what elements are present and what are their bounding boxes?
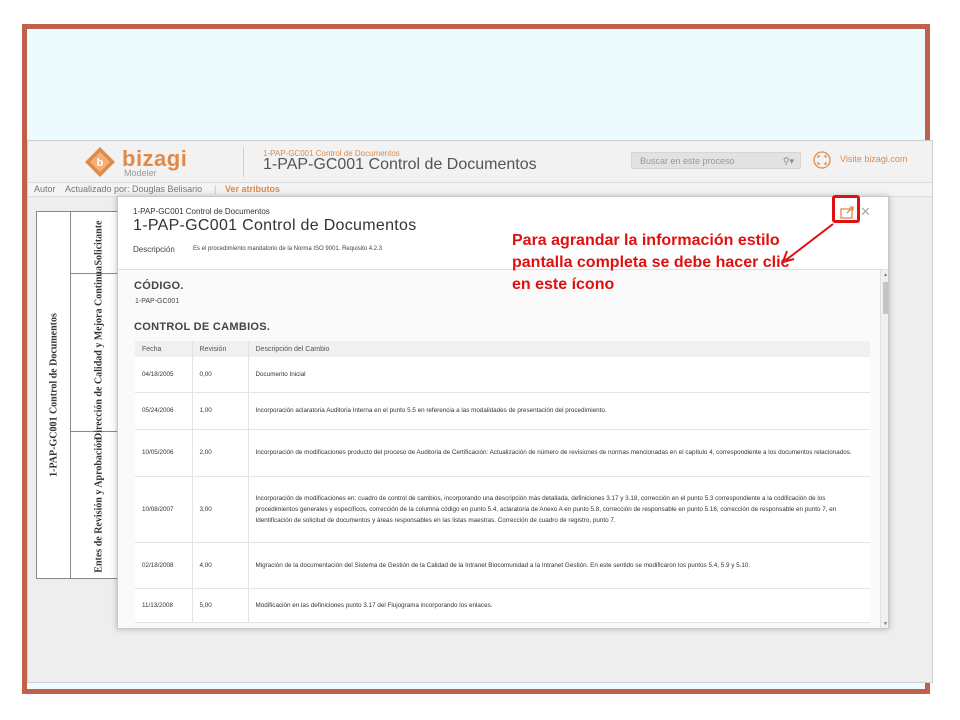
search-input[interactable]: Buscar en este proceso ⚲▾ <box>631 152 801 169</box>
scroll-thumb[interactable] <box>883 282 888 314</box>
modal-scrollbar[interactable]: ▲ ▼ <box>880 270 888 628</box>
table-row: 10/05/2006 2,00 Incorporación de modific… <box>135 429 870 477</box>
pool-header: 1-PAP-GC001 Control de Documentos <box>37 212 71 578</box>
cell-fecha: 04/18/2005 <box>135 357 193 393</box>
table-header-row: Fecha Revisión Descripción del Cambio <box>135 341 870 357</box>
change-control-table: Fecha Revisión Descripción del Cambio 04… <box>135 341 870 623</box>
page-title: 1-PAP-GC001 Control de Documentos <box>263 156 537 173</box>
column-header-revision: Revisión <box>192 341 249 357</box>
attributes-bar: Autor Actualizado por: Douglas Belisario… <box>28 183 932 197</box>
cell-revision: 0,00 <box>192 357 249 393</box>
scroll-down-icon[interactable]: ▼ <box>883 621 888 627</box>
cell-descripcion: Modificación en las definiciones punto 3… <box>248 588 870 623</box>
search-icon[interactable]: ⚲▾ <box>783 156 794 167</box>
bizagi-logo[interactable]: b bizagi Modeler <box>84 146 214 180</box>
table-row: 10/08/2007 3,00 Incorporación de modific… <box>135 476 870 543</box>
modal-body[interactable]: CÓDIGO. 1-PAP-GC001 CONTROL DE CAMBIOS. … <box>118 270 880 628</box>
cell-fecha: 11/13/2008 <box>135 588 193 623</box>
table-row: 05/24/2006 1,00 Incorporación aclaratori… <box>135 392 870 430</box>
table-row: 02/18/2008 4,00 Migración de la document… <box>135 542 870 589</box>
annotation-arrow-icon <box>781 223 834 264</box>
column-header-fecha: Fecha <box>135 341 193 357</box>
description-text: Es el procedimiento mandatorio de la Nor… <box>193 246 383 252</box>
updated-by: Actualizado por: Douglas Belisario <box>65 184 203 194</box>
lane-label: Solicitante <box>93 220 105 265</box>
process-diagram[interactable]: 1-PAP-GC001 Control de Documentos Solici… <box>36 211 128 579</box>
description-label: Descripción <box>133 245 175 254</box>
logo-subtitle: Modeler <box>124 168 157 178</box>
svg-text:b: b <box>97 157 104 169</box>
modal-breadcrumb: 1-PAP-GC001 Control de Documentos <box>133 207 270 216</box>
lane-label: Entes de Revisión y Aprobación <box>93 437 105 573</box>
app-header: b bizagi Modeler 1-PAP-GC001 Control de … <box>28 141 932 183</box>
cell-revision: 5,00 <box>192 588 249 623</box>
cell-descripcion: Migración de la documentación del Sistem… <box>248 542 870 589</box>
lane-label: Dirección de Calidad y Mejora Continua <box>93 265 105 440</box>
bizagi-logo-icon: b <box>85 147 115 177</box>
cell-descripcion: Incorporación aclaratoria Auditoria Inte… <box>248 392 870 430</box>
author-label: Autor <box>34 184 56 194</box>
close-icon[interactable]: ✕ <box>860 204 871 220</box>
visit-bizagi-link[interactable]: Visite bizagi.com <box>840 154 907 164</box>
cell-descripcion: Incorporación de modificaciones producto… <box>248 429 870 477</box>
header-divider <box>243 147 244 177</box>
fullscreen-icon[interactable] <box>813 151 831 169</box>
annotation-callout: Para agrandar la información estilo pant… <box>512 232 790 293</box>
cell-revision: 1,00 <box>192 392 249 430</box>
scroll-up-icon[interactable]: ▲ <box>883 272 888 278</box>
search-placeholder: Buscar en este proceso <box>640 156 735 166</box>
cell-descripcion: Incorporación de modificaciones en: cuad… <box>248 476 870 543</box>
cell-descripcion: Documento Inicial <box>248 357 870 393</box>
cell-revision: 3,00 <box>192 476 249 543</box>
code-section-title: CÓDIGO. <box>134 280 184 292</box>
cell-fecha: 02/18/2008 <box>135 542 193 589</box>
cell-revision: 2,00 <box>192 429 249 477</box>
code-value: 1-PAP-GC001 <box>135 298 180 305</box>
cell-fecha: 10/08/2007 <box>135 476 193 543</box>
column-header-descripcion: Descripción del Cambio <box>248 341 870 357</box>
table-row: 11/13/2008 5,00 Modificación en las defi… <box>135 588 870 623</box>
cell-fecha: 05/24/2006 <box>135 392 193 430</box>
cell-fecha: 10/05/2006 <box>135 429 193 477</box>
pool-label: 1-PAP-GC001 Control de Documentos <box>48 313 59 477</box>
highlight-box <box>832 195 860 223</box>
changes-section-title: CONTROL DE CAMBIOS. <box>134 321 271 333</box>
attr-separator: | <box>214 184 217 194</box>
modal-title: 1-PAP-GC001 Control de Documentos <box>133 217 417 234</box>
table-row: 04/18/2005 0,00 Documento Inicial <box>135 357 870 393</box>
cell-revision: 4,00 <box>192 542 249 589</box>
view-attributes-link[interactable]: Ver atributos <box>225 184 280 194</box>
